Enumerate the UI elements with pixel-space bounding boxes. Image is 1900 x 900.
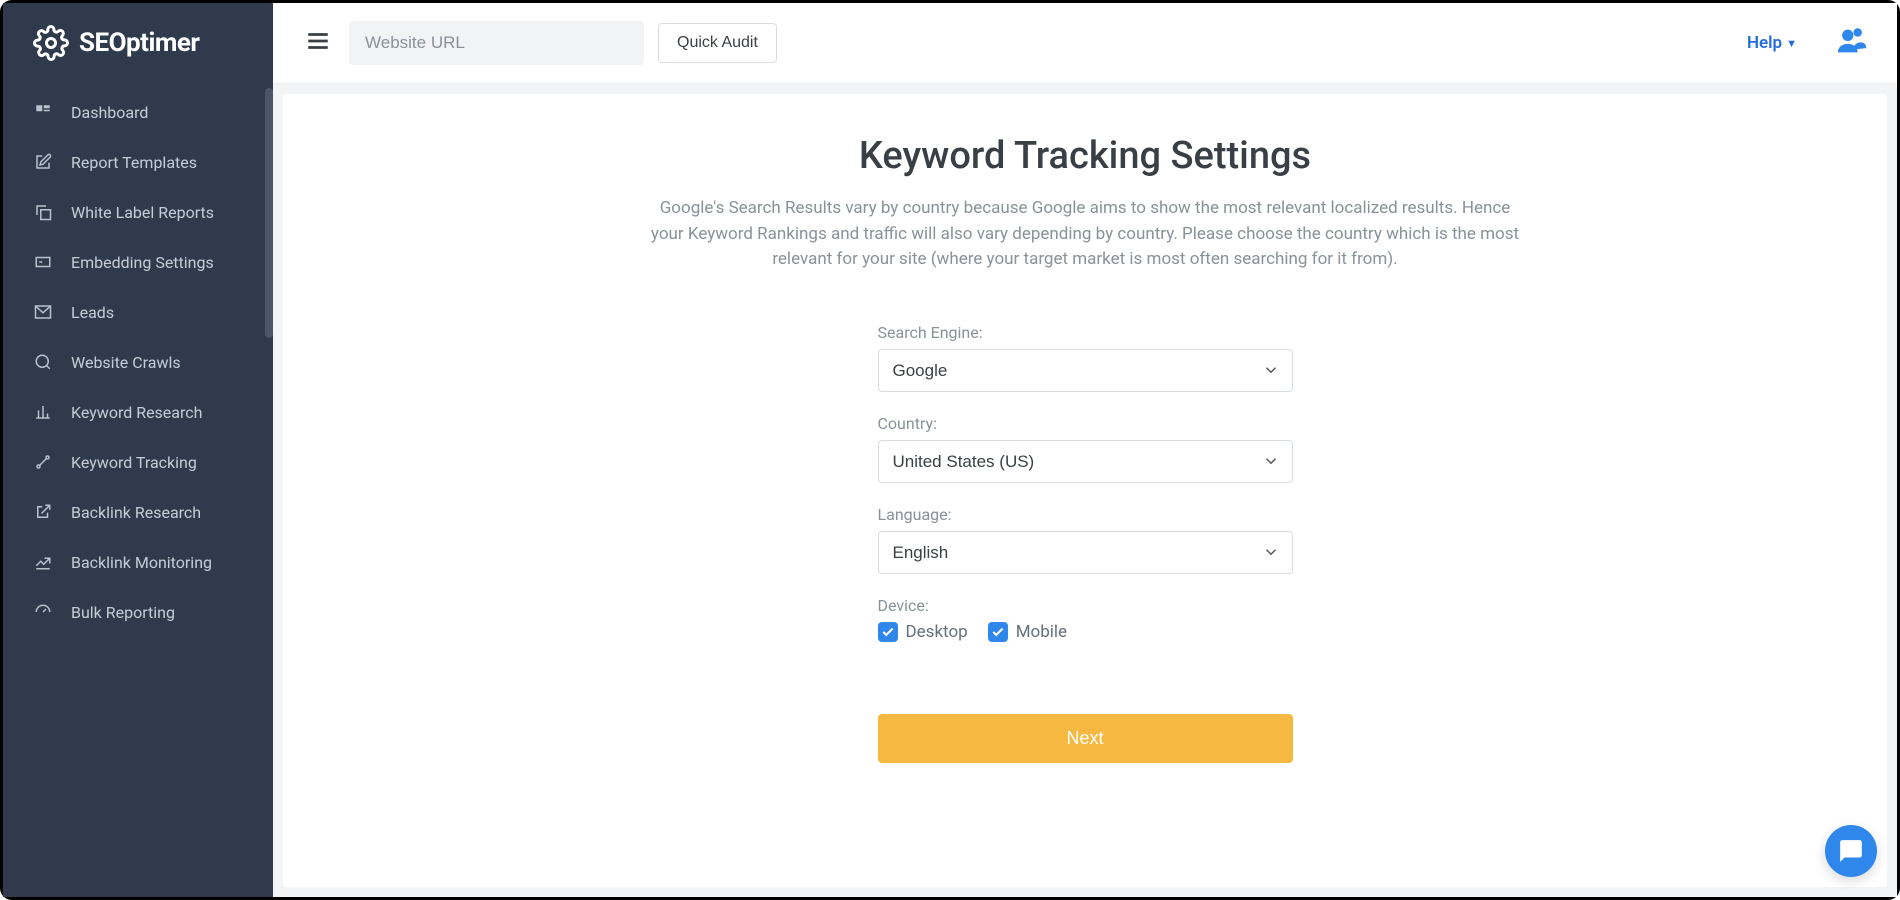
chevron-down-icon: ▼ <box>1786 37 1797 50</box>
sidebar-item-keyword-research[interactable]: Keyword Research <box>3 387 273 437</box>
settings-card: Keyword Tracking Settings Google's Searc… <box>283 94 1887 887</box>
sidebar-scrollbar[interactable] <box>265 88 273 338</box>
mobile-checkbox[interactable] <box>988 622 1008 642</box>
check-icon <box>991 625 1005 639</box>
external-link-icon <box>33 502 53 522</box>
edit-icon <box>33 152 53 172</box>
users-icon <box>1835 24 1869 58</box>
sidebar-item-label: Website Crawls <box>71 353 181 372</box>
sidebar-item-keyword-tracking[interactable]: Keyword Tracking <box>3 437 273 487</box>
sidebar-item-embedding[interactable]: Embedding Settings <box>3 237 273 287</box>
search-engine-group: Search Engine: Google <box>878 323 1293 392</box>
sidebar-item-label: Backlink Monitoring <box>71 553 212 572</box>
sidebar-item-report-templates[interactable]: Report Templates <box>3 137 273 187</box>
device-group: Device: Desktop <box>878 596 1293 642</box>
sidebar-item-dashboard[interactable]: Dashboard <box>3 87 273 137</box>
sidebar: SEOptimer Dashboard Report Templates Whi… <box>3 3 273 897</box>
page-description: Google's Search Results vary by country … <box>650 196 1520 273</box>
device-label: Device: <box>878 596 1293 615</box>
sidebar-item-label: White Label Reports <box>71 203 214 222</box>
chat-icon <box>1838 838 1864 864</box>
brand-logo[interactable]: SEOptimer <box>3 3 273 87</box>
topbar: Quick Audit Help ▼ <box>273 3 1897 84</box>
sidebar-nav: Dashboard Report Templates White Label R… <box>3 87 273 637</box>
page-title: Keyword Tracking Settings <box>313 134 1857 178</box>
desktop-checkbox[interactable] <box>878 622 898 642</box>
search-engine-select[interactable]: Google <box>878 349 1293 392</box>
country-group: Country: United States (US) <box>878 414 1293 483</box>
language-label: Language: <box>878 505 1293 524</box>
country-label: Country: <box>878 414 1293 433</box>
mobile-checkbox-item: Mobile <box>988 622 1067 642</box>
sidebar-item-bulk-reporting[interactable]: Bulk Reporting <box>3 587 273 637</box>
hamburger-icon <box>305 28 331 54</box>
sidebar-item-label: Bulk Reporting <box>71 603 175 622</box>
search-engine-label: Search Engine: <box>878 323 1293 342</box>
tracking-icon <box>33 452 53 472</box>
gear-icon <box>33 25 69 61</box>
main: Quick Audit Help ▼ Keyword Tracking Sett… <box>273 3 1897 897</box>
help-link[interactable]: Help ▼ <box>1747 33 1797 53</box>
content-area: Keyword Tracking Settings Google's Searc… <box>273 84 1897 897</box>
desktop-label: Desktop <box>906 622 968 642</box>
user-menu-button[interactable] <box>1835 24 1869 62</box>
copy-icon <box>33 202 53 222</box>
language-select[interactable]: English <box>878 531 1293 574</box>
trending-icon <box>33 552 53 572</box>
sidebar-item-label: Leads <box>71 303 114 322</box>
sidebar-item-backlink-research[interactable]: Backlink Research <box>3 487 273 537</box>
sidebar-item-backlink-monitoring[interactable]: Backlink Monitoring <box>3 537 273 587</box>
help-label: Help <box>1747 33 1782 53</box>
brand-name: SEOptimer <box>79 28 199 58</box>
check-icon <box>881 625 895 639</box>
mobile-label: Mobile <box>1016 622 1067 642</box>
bar-chart-icon <box>33 402 53 422</box>
next-button[interactable]: Next <box>878 714 1293 763</box>
sidebar-item-label: Keyword Tracking <box>71 453 197 472</box>
sidebar-item-label: Keyword Research <box>71 403 202 422</box>
dashboard-icon <box>33 102 53 122</box>
menu-toggle-button[interactable] <box>301 24 335 62</box>
sidebar-item-label: Dashboard <box>71 103 148 122</box>
desktop-checkbox-item: Desktop <box>878 622 968 642</box>
mail-icon <box>33 302 53 322</box>
embed-icon <box>33 252 53 272</box>
language-group: Language: English <box>878 505 1293 574</box>
country-select[interactable]: United States (US) <box>878 440 1293 483</box>
gauge-icon <box>33 602 53 622</box>
sidebar-item-label: Backlink Research <box>71 503 201 522</box>
sidebar-item-leads[interactable]: Leads <box>3 287 273 337</box>
sidebar-item-label: Report Templates <box>71 153 197 172</box>
quick-audit-button[interactable]: Quick Audit <box>658 23 777 63</box>
sidebar-item-white-label[interactable]: White Label Reports <box>3 187 273 237</box>
sidebar-item-crawls[interactable]: Website Crawls <box>3 337 273 387</box>
settings-form: Search Engine: Google Country: United St… <box>878 323 1293 763</box>
website-url-input[interactable] <box>349 21 644 65</box>
search-icon <box>33 352 53 372</box>
chat-widget-button[interactable] <box>1825 825 1877 877</box>
sidebar-item-label: Embedding Settings <box>71 253 214 272</box>
